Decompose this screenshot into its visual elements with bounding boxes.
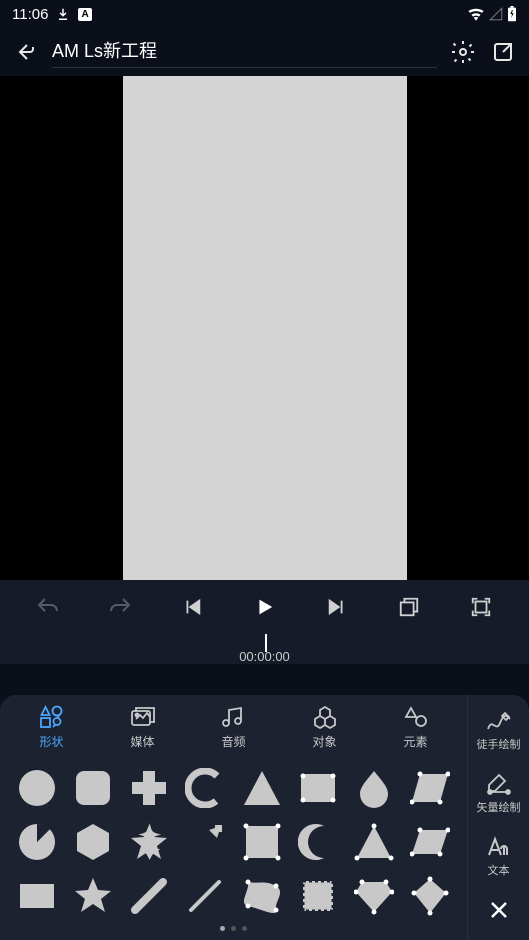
shape-blob[interactable] [237, 872, 287, 920]
tab-shapes[interactable]: 形状 [39, 705, 65, 750]
project-title[interactable]: AM Ls新工程 [52, 37, 437, 68]
tab-label: 音频 [221, 733, 245, 750]
side-label: 文本 [488, 862, 510, 878]
playhead-icon [265, 634, 267, 652]
tab-label: 媒体 [130, 733, 154, 750]
shape-rounded-square[interactable] [68, 764, 118, 812]
tab-audio[interactable]: 音频 [221, 705, 247, 750]
tools-panel: 形状 媒体 音频 对象 元素 [0, 695, 529, 940]
shape-plus[interactable] [124, 764, 174, 812]
tabs: 形状 媒体 音频 对象 元素 [0, 695, 467, 760]
side-label: 徒手绘制 [477, 736, 521, 752]
shape-rectangle[interactable] [12, 872, 62, 920]
shape-arc[interactable] [180, 764, 230, 812]
shape-diamond[interactable] [349, 872, 399, 920]
tab-label: 元素 [403, 733, 427, 750]
side-freehand[interactable]: 徒手绘制 [477, 709, 521, 752]
shape-hexagon[interactable] [68, 818, 118, 866]
side-tools: 徒手绘制 矢量绘制 文本 [467, 695, 529, 940]
timeline[interactable]: 00:00:00 [0, 634, 529, 664]
tab-element[interactable]: 元素 [403, 705, 429, 750]
shape-stamp[interactable] [293, 872, 343, 920]
canvas[interactable] [123, 76, 407, 580]
export-button[interactable] [489, 38, 517, 66]
close-button[interactable] [487, 898, 511, 922]
shape-trapezoid[interactable] [405, 764, 455, 812]
shape-star5[interactable] [124, 818, 174, 866]
shape-star5-outline[interactable] [68, 872, 118, 920]
play-button[interactable] [244, 587, 284, 627]
tab-label: 对象 [312, 733, 336, 750]
signal-icon [489, 7, 503, 21]
shape-triangle-pts[interactable] [349, 818, 399, 866]
shape-rounded-rect[interactable] [293, 764, 343, 812]
shape-arrow[interactable] [180, 818, 230, 866]
shapes-grid [0, 760, 467, 922]
shape-circle[interactable] [12, 764, 62, 812]
shape-line-thin[interactable] [180, 872, 230, 920]
tab-object[interactable]: 对象 [312, 705, 338, 750]
tab-label: 形状 [39, 733, 63, 750]
redo-button[interactable] [100, 587, 140, 627]
shape-square[interactable] [237, 818, 287, 866]
skip-end-button[interactable] [317, 587, 357, 627]
dot-icon [231, 926, 236, 931]
side-vector[interactable]: 矢量绘制 [477, 772, 521, 815]
canvas-area [0, 76, 529, 580]
shape-pie[interactable] [12, 818, 62, 866]
page-dots [0, 922, 467, 939]
shape-parallelogram[interactable] [405, 818, 455, 866]
badge-icon: A [78, 8, 91, 21]
side-label: 矢量绘制 [477, 799, 521, 815]
status-time: 11:06 [12, 6, 48, 23]
undo-button[interactable] [28, 587, 68, 627]
settings-button[interactable] [449, 38, 477, 66]
layers-button[interactable] [389, 587, 429, 627]
header: AM Ls新工程 [0, 28, 529, 76]
playback-controls [0, 580, 529, 634]
skip-start-button[interactable] [172, 587, 212, 627]
dot-icon [220, 926, 225, 931]
download-icon [56, 7, 70, 21]
wifi-icon [467, 7, 485, 21]
dot-icon [242, 926, 247, 931]
tab-media[interactable]: 媒体 [130, 705, 156, 750]
status-bar: 11:06 A [0, 0, 529, 28]
fullscreen-button[interactable] [461, 587, 501, 627]
shape-drop[interactable] [349, 764, 399, 812]
shape-triangle[interactable] [237, 764, 287, 812]
shape-kite[interactable] [405, 872, 455, 920]
back-button[interactable] [12, 38, 40, 66]
shape-crescent[interactable] [293, 818, 343, 866]
side-text[interactable]: 文本 [485, 835, 513, 878]
shape-line-thick[interactable] [124, 872, 174, 920]
battery-icon [507, 6, 517, 22]
